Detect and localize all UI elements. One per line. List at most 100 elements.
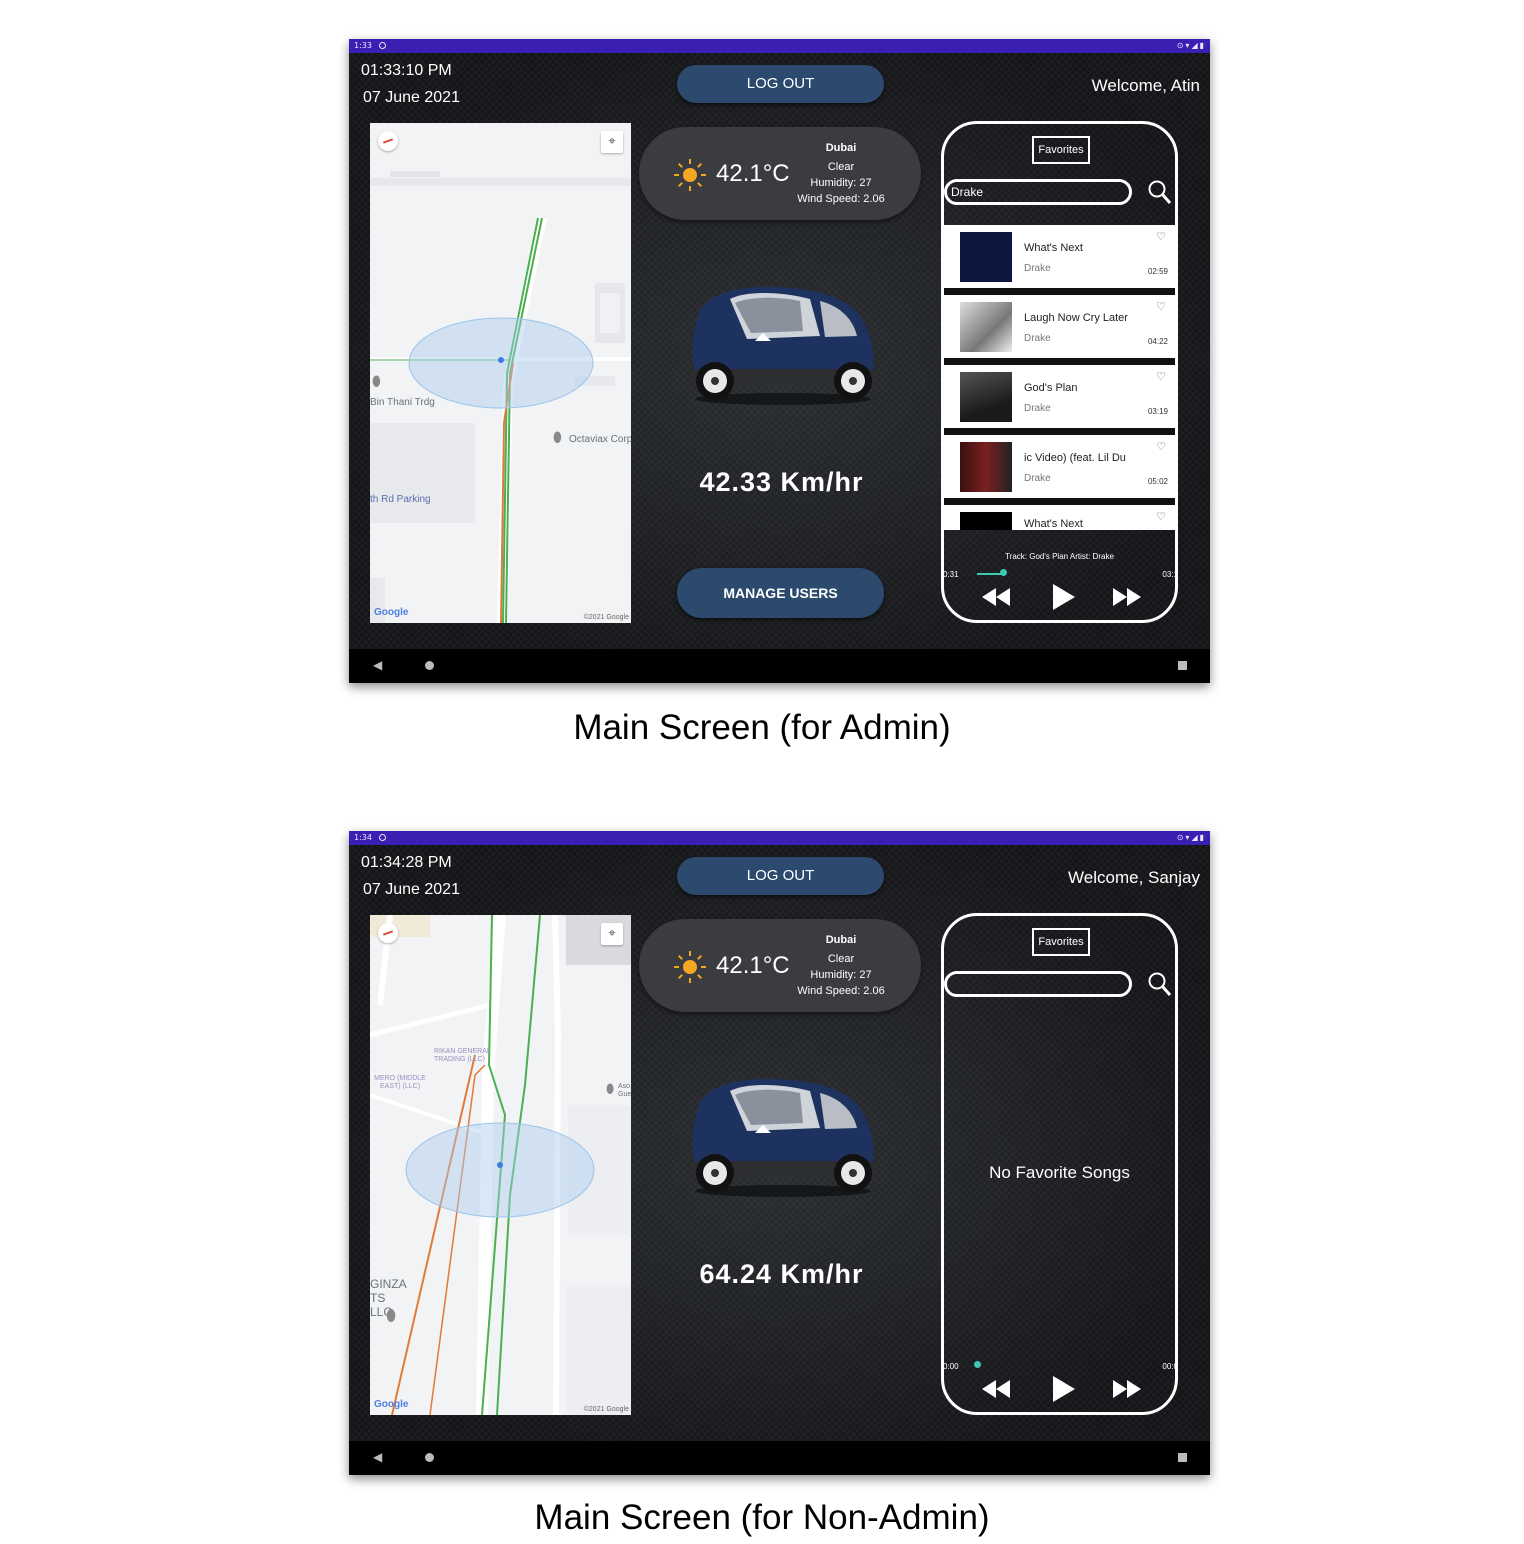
album-art	[960, 512, 1012, 530]
notification-icon	[379, 42, 386, 49]
song-title: God's Plan	[1024, 382, 1078, 394]
album-art	[960, 442, 1012, 492]
search-input[interactable]: Drake	[944, 179, 1132, 205]
weather-wind: Wind Speed: 2.06	[797, 193, 885, 205]
empty-favorites-message: No Favorite Songs	[989, 1163, 1130, 1182]
heart-icon[interactable]: ♡	[1156, 230, 1166, 243]
map-label: RIKAN GENERAL TRADING (LLC)	[434, 1048, 491, 1063]
weather-humidity: Humidity: 27	[810, 177, 872, 189]
notification-icon	[379, 834, 386, 841]
nav-bar: ◀	[349, 1441, 1210, 1475]
search-icon[interactable]	[1148, 972, 1172, 998]
song-title: Laugh Now Cry Later	[1024, 312, 1128, 324]
map-pin-icon: ⬮	[372, 373, 381, 389]
song-title: What's Next	[1024, 518, 1083, 530]
admin-main-screen: 1:33 ⊙▾◢▮ 01:33:10 PM 07 June 2021 LOG O…	[349, 39, 1210, 683]
heart-icon[interactable]: ♡	[1156, 300, 1166, 313]
play-icon[interactable]	[1051, 1374, 1077, 1404]
recents-icon[interactable]	[1178, 661, 1187, 670]
manage-users-button[interactable]: MANAGE USERS	[677, 568, 884, 618]
weather-wind: Wind Speed: 2.06	[797, 985, 885, 997]
map-roads	[370, 123, 631, 623]
car-image	[692, 1078, 875, 1197]
map-label: th Rd Parking	[370, 494, 431, 505]
fast-forward-icon[interactable]	[1111, 1378, 1143, 1400]
date: 07 June 2021	[363, 89, 460, 106]
date: 07 June 2021	[363, 881, 460, 898]
song-list[interactable]: What's Next Drake 02:59 ♡ Laugh Now Cry …	[944, 225, 1175, 530]
favorites-button[interactable]: Favorites	[1032, 928, 1090, 956]
status-bar: 1:34 ⊙▾◢▮	[349, 831, 1210, 845]
nav-bar: ◀	[349, 649, 1210, 683]
heart-icon[interactable]: ♡	[1156, 510, 1166, 523]
weather-city: Dubai	[825, 142, 857, 154]
song-title: What's Next	[1024, 242, 1083, 254]
weather-card: 42.1°C Dubai Clear Humidity: 27 Wind Spe…	[639, 919, 921, 1012]
map-label: Aso Gue	[618, 1083, 631, 1098]
caption: Main Screen (for Non-Admin)	[534, 1498, 990, 1537]
status-icons: ⊙▾◢▮	[1176, 833, 1206, 842]
map-copyright: ©2021 Google	[583, 1406, 629, 1413]
play-icon[interactable]	[1051, 582, 1077, 612]
album-art	[960, 232, 1012, 282]
search-input[interactable]	[944, 971, 1132, 997]
map-view[interactable]: ⌖ RIKAN GENERAL TRADING (LLC) MERO (MIDD…	[370, 915, 631, 1415]
seek-handle[interactable]	[974, 1361, 981, 1368]
back-icon[interactable]: ◀	[373, 1450, 382, 1464]
back-icon[interactable]: ◀	[373, 658, 382, 672]
home-icon[interactable]	[425, 1453, 434, 1462]
song-duration: 03:19	[1147, 407, 1168, 416]
song-artist: Drake	[1024, 403, 1051, 414]
logout-button[interactable]: LOG OUT	[677, 65, 884, 103]
compass-icon[interactable]	[378, 923, 398, 943]
map-label: MERO (MIDDLE EAST) (LLC)	[374, 1075, 426, 1090]
fast-forward-icon[interactable]	[1111, 586, 1143, 608]
car-image	[692, 286, 875, 405]
music-player: Favorites No Favorite Songs 0:00 00:0	[941, 913, 1178, 1415]
home-icon[interactable]	[425, 661, 434, 670]
elapsed-time: 0:00	[943, 1362, 959, 1371]
status-bar: 1:33 ⊙▾◢▮	[349, 39, 1210, 53]
recents-icon[interactable]	[1178, 1453, 1187, 1462]
song-artist: Drake	[1024, 263, 1051, 274]
my-location-icon[interactable]: ⌖	[601, 923, 623, 945]
list-item[interactable]: Laugh Now Cry Later Drake 04:22 ♡	[944, 295, 1175, 358]
song-title: ic Video) (feat. Lil Du	[1024, 452, 1126, 464]
google-logo: Google	[374, 1399, 409, 1410]
seek-handle[interactable]	[999, 569, 1007, 576]
status-time: 1:33	[354, 41, 372, 50]
list-item[interactable]: What's Next Drake 02:59 ♡	[944, 225, 1175, 288]
compass-icon[interactable]	[378, 131, 398, 151]
logout-button[interactable]: LOG OUT	[677, 857, 884, 895]
weather-condition: Clear	[827, 161, 855, 173]
heart-icon[interactable]: ♡	[1156, 440, 1166, 453]
weather-condition: Clear	[827, 953, 855, 965]
now-playing: Track: God's Plan Artist: Drake	[1005, 552, 1114, 561]
welcome-text: Welcome, Sanjay	[1068, 868, 1200, 887]
weather-city: Dubai	[825, 934, 857, 946]
my-location-icon[interactable]: ⌖	[601, 131, 623, 153]
rewind-icon[interactable]	[980, 1378, 1012, 1400]
list-item[interactable]: What's Next ♡	[944, 505, 1175, 530]
favorites-button[interactable]: Favorites	[1032, 136, 1090, 164]
temperature: 42.1°C	[716, 952, 790, 979]
song-duration: 02:59	[1147, 267, 1168, 276]
sun-icon	[674, 951, 706, 983]
speed-readout: 64.24 Km/hr	[699, 1259, 864, 1289]
music-player: Favorites Drake What's Next Drake 02:59 …	[941, 121, 1178, 623]
map-view[interactable]: ⌖ ⬮ Bin Thani Trdg ⬮ Octaviax Corp th Rd…	[370, 123, 631, 623]
google-logo: Google	[374, 607, 409, 618]
map-copyright: ©2021 Google	[583, 614, 629, 621]
list-item[interactable]: ic Video) (feat. Lil Du Drake 05:02 ♡	[944, 435, 1175, 498]
non-admin-main-screen: 1:34 ⊙▾◢▮ 01:34:28 PM 07 June 2021 LOG O…	[349, 831, 1210, 1475]
rewind-icon[interactable]	[980, 586, 1012, 608]
search-icon[interactable]	[1148, 180, 1172, 206]
list-item[interactable]: God's Plan Drake 03:19 ♡	[944, 365, 1175, 428]
song-artist: Drake	[1024, 473, 1051, 484]
elapsed-time: 0:31	[943, 570, 959, 579]
album-art	[960, 302, 1012, 352]
heart-icon[interactable]: ♡	[1156, 370, 1166, 383]
map-pin-icon: ⬮	[386, 1308, 397, 1325]
map-label: Octaviax Corp	[569, 434, 631, 445]
weather-humidity: Humidity: 27	[810, 969, 872, 981]
